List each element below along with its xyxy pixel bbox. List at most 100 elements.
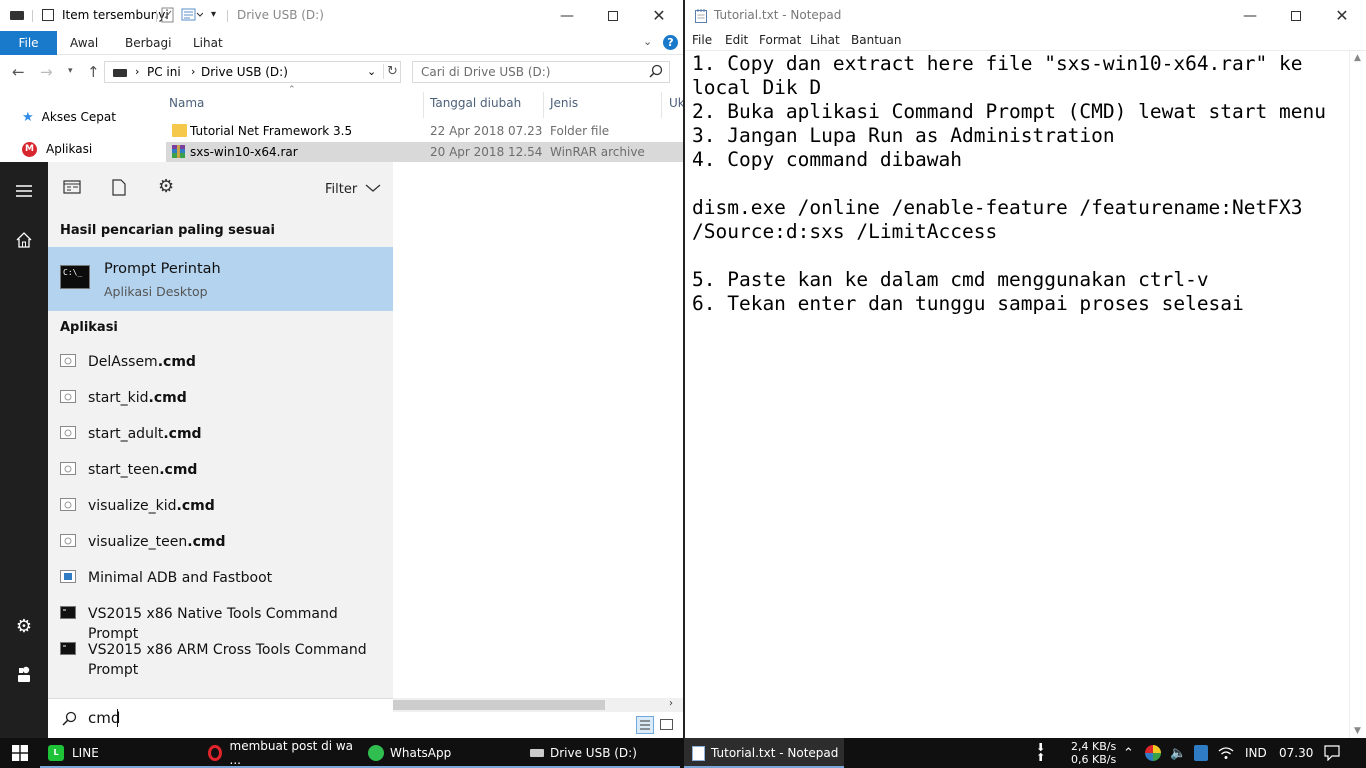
search-icon: [61, 711, 77, 730]
file-list-empty-area[interactable]: [393, 162, 683, 738]
notepad-text-area[interactable]: 1. Copy dan extract here file "sxs-win10…: [692, 52, 1342, 732]
breadcrumb-pc[interactable]: PC ini: [147, 65, 181, 79]
taskbar-item-whatsapp[interactable]: WhatsApp: [360, 738, 520, 768]
tab-file[interactable]: File: [0, 31, 57, 55]
taskbar-label: LINE: [72, 746, 99, 760]
taskbar-label: membuat post di wa ...: [229, 739, 354, 767]
tab-home[interactable]: Awal: [70, 31, 98, 55]
close-button[interactable]: ✕: [1319, 0, 1365, 31]
file-date: 22 Apr 2018 07.23: [430, 124, 543, 138]
filter-dropdown[interactable]: Filter: [325, 182, 381, 197]
address-dropdown-icon[interactable]: ⌄: [367, 65, 376, 78]
search-icon[interactable]: [649, 64, 663, 81]
menu-edit[interactable]: Edit: [725, 33, 748, 47]
desktop: Item tersembunyi ▾ Drive USB (D:) — ✕ Fi…: [0, 0, 1366, 768]
nav-item-apps[interactable]: M Aplikasi: [22, 139, 92, 159]
properties-icon[interactable]: [181, 8, 204, 22]
list-item[interactable]: DelAssem.cmd: [48, 343, 393, 379]
file-type: WinRAR archive: [550, 145, 645, 159]
column-name[interactable]: Nama: [169, 96, 204, 110]
nav-label: Aplikasi: [46, 142, 93, 156]
list-item[interactable]: VS2015 x86 ARM Cross Tools Command Promp…: [48, 631, 393, 678]
action-center-notification-icon[interactable]: [1324, 738, 1340, 768]
start-button[interactable]: [0, 738, 40, 768]
documents-filter-icon[interactable]: [112, 179, 132, 197]
best-match-header: Hasil pencarian paling sesuai: [60, 223, 275, 238]
menu-format[interactable]: Format: [759, 33, 801, 47]
tab-view[interactable]: Lihat: [193, 31, 223, 55]
file-type: Folder file: [550, 124, 610, 138]
chevron-down-icon: [365, 184, 381, 192]
up-icon[interactable]: ↑: [87, 63, 100, 81]
hamburger-menu-icon[interactable]: [12, 179, 36, 203]
file-row-selected[interactable]: sxs-win10-x64.rar 20 Apr 2018 12.54 WinR…: [166, 142, 683, 162]
list-item[interactable]: visualize_teen.cmd: [48, 523, 393, 559]
list-item[interactable]: visualize_kid.cmd: [48, 487, 393, 523]
list-item[interactable]: start_teen.cmd: [48, 451, 393, 487]
tab-share[interactable]: Berbagi: [125, 31, 171, 55]
refresh-icon[interactable]: ↻: [383, 64, 398, 79]
home-icon[interactable]: [12, 228, 36, 252]
whatsapp-icon: [368, 745, 384, 761]
settings-filter-icon[interactable]: ⚙: [158, 176, 178, 197]
bluetooth-app-icon[interactable]: [1194, 738, 1208, 768]
recent-locations-icon[interactable]: ▾: [68, 66, 73, 76]
list-item[interactable]: start_kid.cmd: [48, 379, 393, 415]
scroll-down-icon[interactable]: ▼: [1354, 726, 1361, 736]
minimize-button[interactable]: —: [544, 0, 590, 31]
menu-file[interactable]: File: [692, 33, 712, 47]
rename-icon[interactable]: [161, 7, 175, 23]
nav-item-quick-access[interactable]: ★ Akses Cepat: [22, 107, 116, 127]
apps-filter-icon[interactable]: [63, 179, 83, 197]
vertical-scrollbar[interactable]: ▲ ▼: [1349, 51, 1366, 738]
large-icons-view-icon[interactable]: [660, 719, 673, 730]
show-hidden-icons-chevron-icon[interactable]: ⌃: [1123, 738, 1134, 768]
clock[interactable]: 07.30: [1279, 738, 1313, 768]
scroll-right-icon[interactable]: ›: [669, 698, 673, 709]
app-label: start_kid.cmd: [88, 390, 187, 406]
column-date[interactable]: Tanggal diubah: [430, 96, 521, 110]
text-cursor: [117, 709, 118, 727]
notepad-window: Tutorial.txt - Notepad — ✕ File Edit For…: [683, 0, 1366, 738]
list-item[interactable]: VS2015 x86 Native Tools Command Prompt: [48, 595, 393, 642]
colorful-tray-app-icon[interactable]: [1145, 738, 1161, 768]
language-indicator[interactable]: IND: [1245, 738, 1267, 768]
menu-help[interactable]: Bantuan: [851, 33, 901, 47]
script-icon: [60, 426, 76, 439]
breadcrumb-drive[interactable]: Drive USB (D:): [201, 65, 288, 79]
close-button[interactable]: ✕: [636, 0, 682, 31]
horizontal-scrollbar[interactable]: ›: [393, 698, 683, 712]
help-icon[interactable]: ?: [663, 35, 678, 50]
best-match-result[interactable]: C:\_ Prompt Perintah Aplikasi Desktop: [48, 247, 393, 311]
address-bar[interactable]: › PC ini › Drive USB (D:) ⌄ ↻: [104, 61, 401, 83]
console-icon: [60, 606, 76, 619]
file-row[interactable]: Tutorial Net Framework 3.5 22 Apr 2018 0…: [166, 121, 683, 141]
customize-toolbar-icon[interactable]: ▾: [211, 9, 216, 20]
settings-gear-icon[interactable]: ⚙: [12, 614, 36, 638]
scrollbar-thumb[interactable]: [393, 700, 605, 710]
details-view-icon[interactable]: [636, 716, 654, 734]
expand-ribbon-icon[interactable]: ⌄: [643, 35, 652, 48]
menu-view[interactable]: Lihat: [810, 33, 840, 47]
taskbar-item-notepad[interactable]: Tutorial.txt - Notepad: [684, 738, 844, 768]
search-input[interactable]: cmd: [88, 709, 120, 727]
volume-icon[interactable]: 🔈: [1170, 738, 1186, 768]
taskbar-item-line[interactable]: L LINE: [40, 738, 200, 768]
network-speed-widget[interactable]: ⬇ ⬆: [1036, 738, 1057, 768]
minimize-button[interactable]: —: [1227, 0, 1273, 31]
start-search-box[interactable]: cmd: [48, 698, 393, 738]
list-item[interactable]: start_adult.cmd: [48, 415, 393, 451]
feedback-icon[interactable]: [12, 662, 36, 686]
wifi-icon[interactable]: [1218, 738, 1234, 768]
taskbar-item-browser[interactable]: membuat post di wa ...: [200, 738, 360, 768]
taskbar-item-explorer[interactable]: Drive USB (D:): [520, 738, 680, 768]
column-type[interactable]: Jenis: [550, 96, 578, 110]
maximize-button[interactable]: [590, 0, 636, 31]
list-item[interactable]: Minimal ADB and Fastboot: [48, 559, 393, 595]
forward-icon[interactable]: →: [40, 63, 53, 81]
explorer-search-input[interactable]: Cari di Drive USB (D:): [412, 61, 670, 83]
back-icon[interactable]: ←: [12, 63, 25, 81]
maximize-button[interactable]: [1273, 0, 1319, 31]
scroll-up-icon[interactable]: ▲: [1354, 53, 1361, 63]
hidden-items-checkbox[interactable]: [42, 9, 54, 21]
